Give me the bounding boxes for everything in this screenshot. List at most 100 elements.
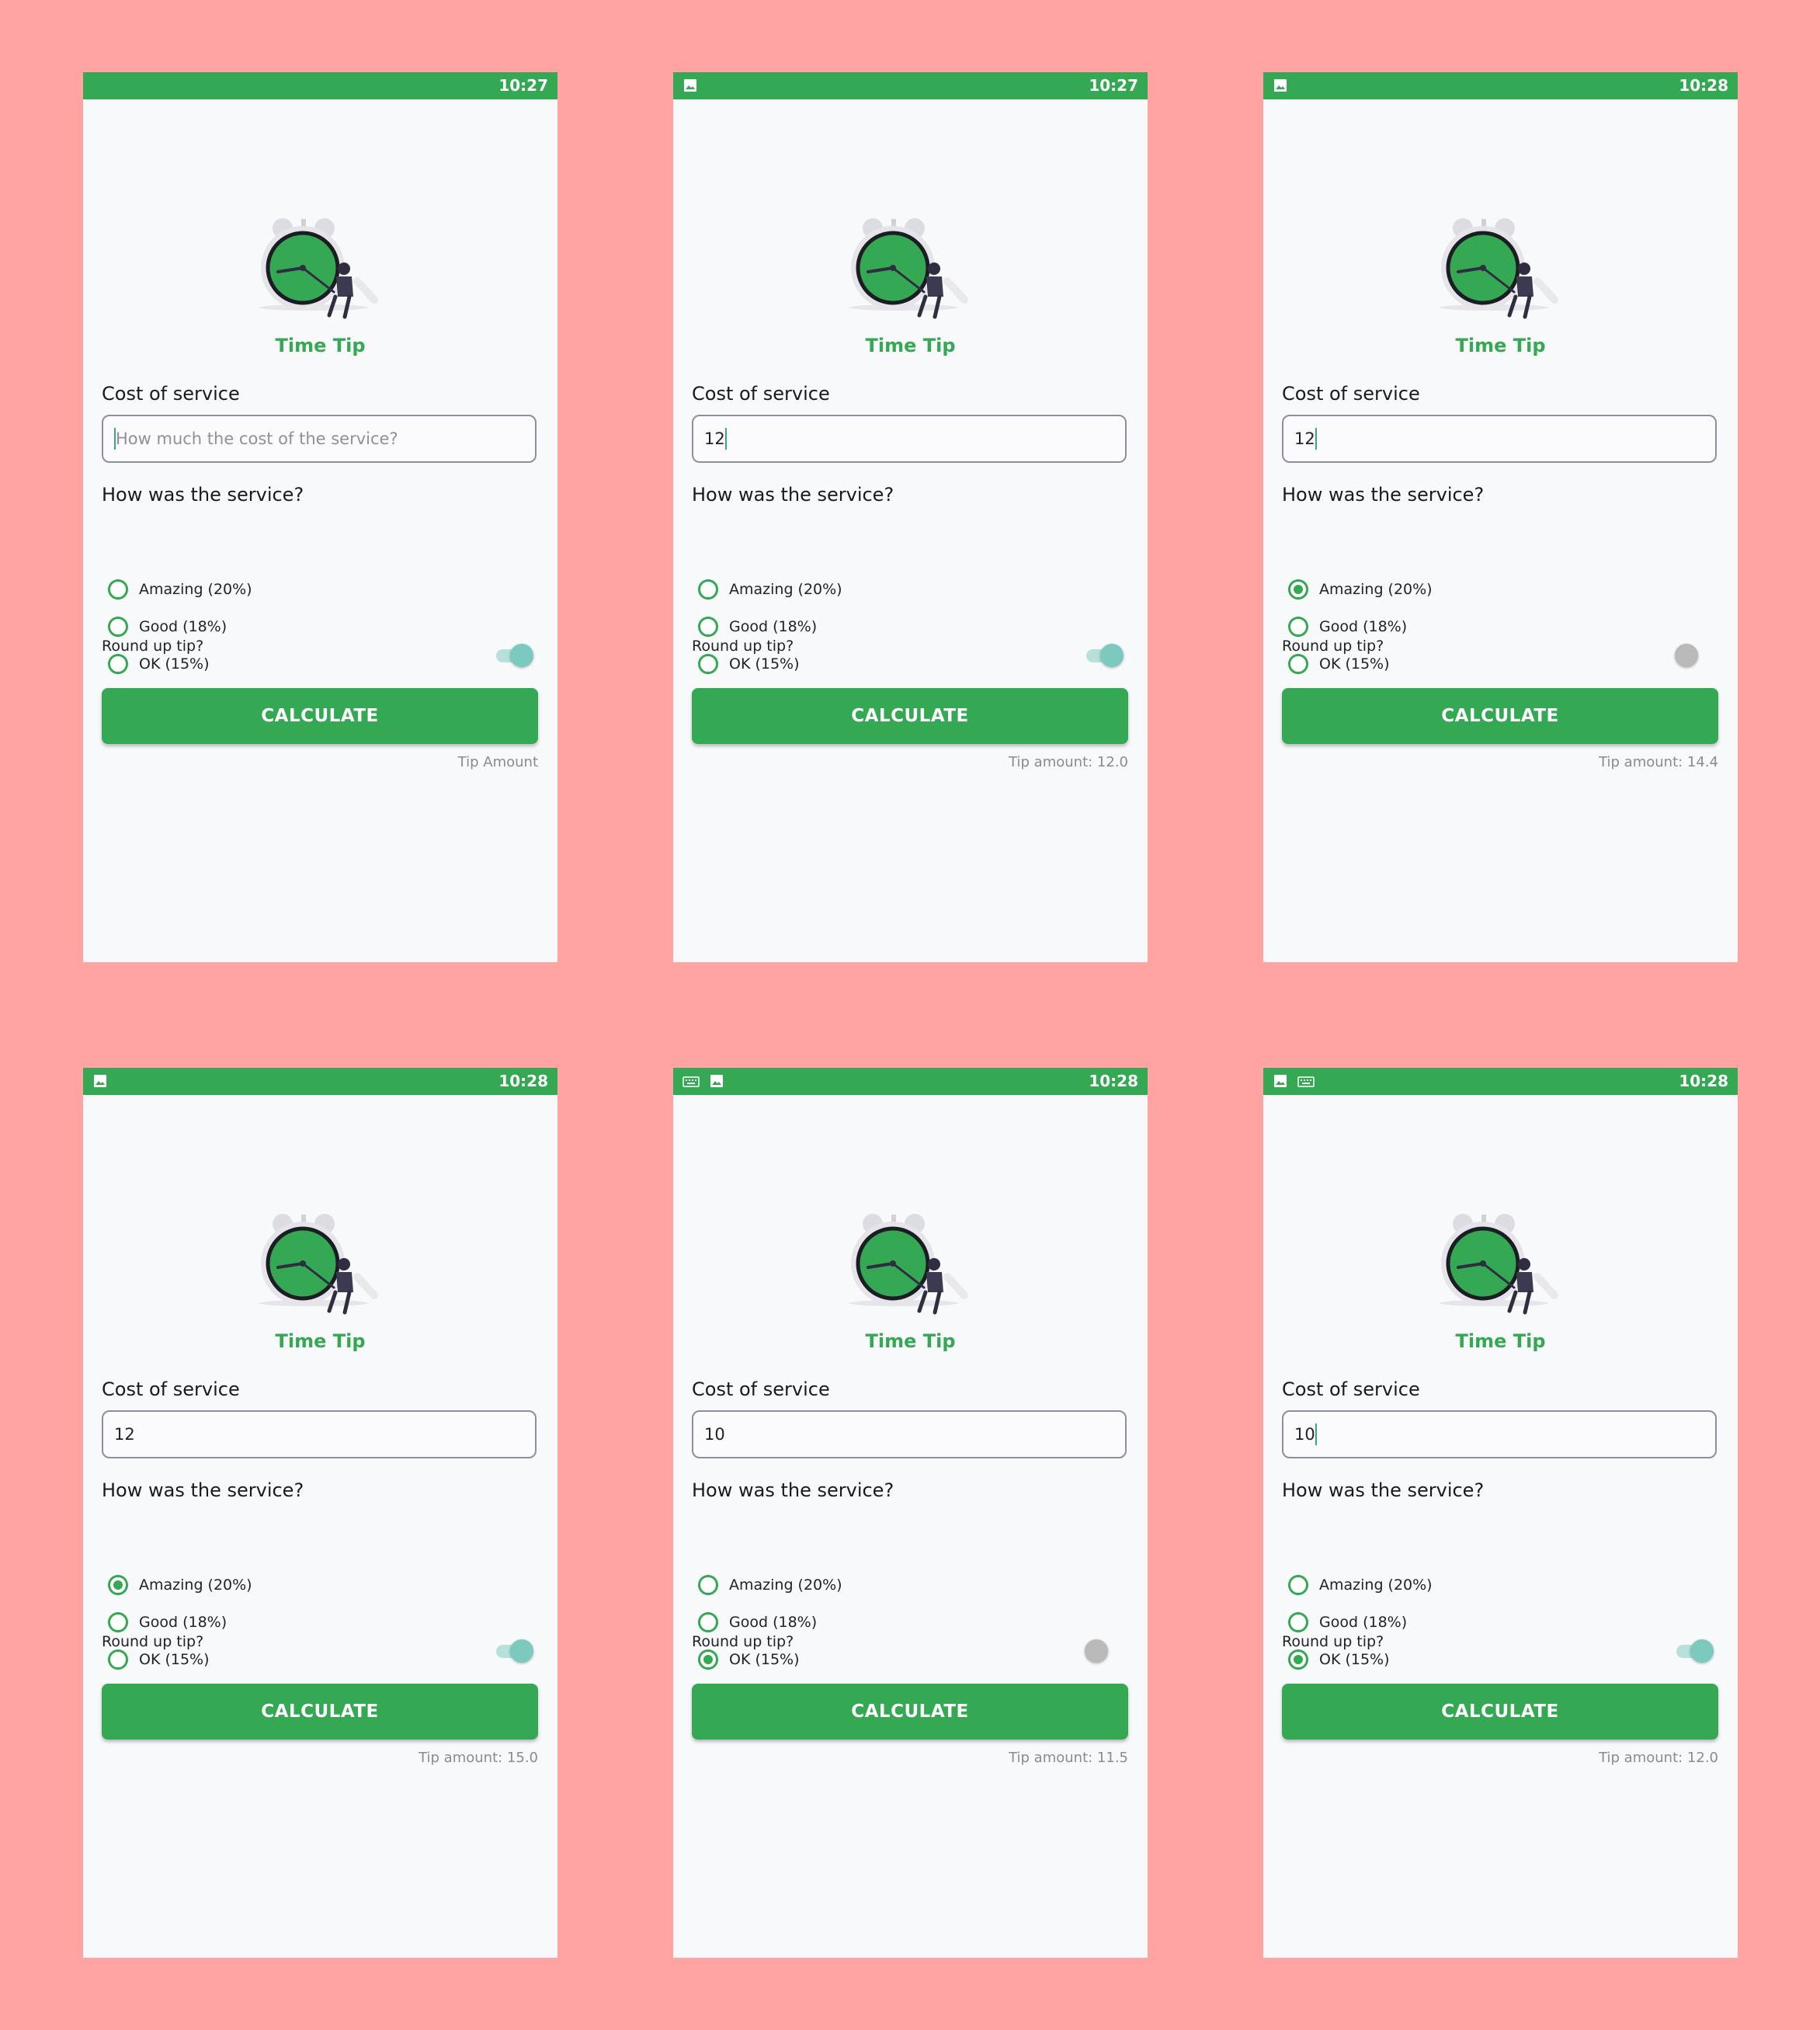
radio-button[interactable] (698, 579, 718, 600)
phone-screen-6: 10:28 Time Tip Cost of service 10 How wa… (1263, 1068, 1738, 1958)
service-question: How was the service? (692, 1479, 894, 1501)
input-placeholder: How much the cost of the service? (116, 429, 398, 448)
keyboard-icon (1297, 1076, 1315, 1090)
radio-label: OK (15%) (1319, 1651, 1390, 1668)
tip-amount: Tip amount: 15.0 (419, 1750, 538, 1766)
radio-button[interactable] (108, 1612, 128, 1632)
cost-label: Cost of service (102, 1378, 240, 1400)
calculate-button[interactable]: CALCULATE (692, 1684, 1128, 1740)
clock-illustration-icon (848, 216, 972, 325)
radio-label: Good (18%) (139, 1614, 228, 1631)
tip-amount: Tip amount: 11.5 (1009, 1750, 1128, 1766)
radio-label: Good (18%) (729, 618, 818, 635)
radio-button[interactable] (108, 654, 128, 674)
cost-input[interactable]: 10 (1282, 1410, 1717, 1458)
round-up-switch[interactable] (1675, 641, 1718, 669)
cost-input[interactable]: How much the cost of the service? (102, 415, 537, 463)
radio-option-1[interactable]: Amazing (20%) (108, 1569, 252, 1601)
radio-button[interactable] (1288, 1575, 1308, 1595)
cost-label: Cost of service (692, 1378, 830, 1400)
cost-label: Cost of service (692, 383, 830, 405)
input-value: 12 (704, 429, 725, 448)
radio-button[interactable] (698, 617, 718, 637)
calculate-button[interactable]: CALCULATE (692, 688, 1128, 744)
radio-button[interactable] (1288, 617, 1308, 637)
radio-button[interactable] (698, 1612, 718, 1632)
image-icon (1273, 78, 1288, 96)
switch-thumb[interactable] (1690, 1639, 1714, 1663)
app-title: Time Tip (865, 1330, 956, 1352)
round-up-switch[interactable] (495, 1637, 538, 1665)
tip-amount: Tip amount: 12.0 (1599, 1750, 1718, 1766)
switch-thumb[interactable] (1085, 1639, 1108, 1663)
radio-option-1[interactable]: Amazing (20%) (1288, 574, 1433, 605)
round-up-switch[interactable] (1085, 641, 1128, 669)
cost-label: Cost of service (102, 383, 240, 405)
input-value: 12 (1294, 429, 1315, 448)
calculate-button[interactable]: CALCULATE (1282, 688, 1718, 744)
status-bar: 10:27 (673, 72, 1148, 99)
service-question: How was the service? (1282, 484, 1485, 506)
clock-illustration-icon (258, 216, 382, 325)
radio-option-1[interactable]: Amazing (20%) (108, 574, 252, 605)
tip-amount: Tip Amount (457, 754, 538, 770)
radio-button[interactable] (698, 1649, 718, 1670)
round-up-switch[interactable] (1675, 1637, 1718, 1665)
status-bar: 10:28 (1263, 1068, 1738, 1095)
text-caret (1315, 1423, 1317, 1445)
switch-thumb[interactable] (510, 644, 533, 667)
round-up-switch[interactable] (1085, 1637, 1128, 1665)
radio-button[interactable] (1288, 1612, 1308, 1632)
cost-input[interactable]: 10 (692, 1410, 1127, 1458)
radio-button[interactable] (1288, 1649, 1308, 1670)
radio-option-1[interactable]: Amazing (20%) (698, 1569, 842, 1601)
switch-thumb[interactable] (510, 1639, 533, 1663)
cost-input[interactable]: 12 (102, 1410, 537, 1458)
phone-screen-1: 10:27 Time Tip Cost of service How much … (83, 72, 557, 962)
calculate-button[interactable]: CALCULATE (1282, 1684, 1718, 1740)
cost-label: Cost of service (1282, 1378, 1420, 1400)
keyboard-icon (682, 1076, 700, 1090)
round-up-label: Round up tip? (1282, 638, 1384, 655)
status-time: 10:28 (1089, 1072, 1138, 1090)
input-value: 10 (704, 1425, 725, 1444)
switch-thumb[interactable] (1675, 644, 1698, 667)
round-up-label: Round up tip? (102, 638, 204, 655)
radio-label: Good (18%) (139, 618, 228, 635)
input-value: 10 (1294, 1425, 1315, 1444)
tip-amount: Tip amount: 14.4 (1599, 754, 1718, 770)
app-title: Time Tip (1455, 1330, 1546, 1352)
round-up-switch[interactable] (495, 641, 538, 669)
app-title: Time Tip (275, 1330, 366, 1352)
radio-button[interactable] (1288, 654, 1308, 674)
radio-option-1[interactable]: Amazing (20%) (1288, 1569, 1433, 1601)
radio-button[interactable] (1288, 579, 1308, 600)
radio-button[interactable] (698, 654, 718, 674)
radio-button[interactable] (108, 1649, 128, 1670)
radio-button[interactable] (108, 579, 128, 600)
phone-screen-4: 10:28 Time Tip Cost of service 12 How wa… (83, 1068, 557, 1958)
status-time: 10:27 (498, 76, 548, 95)
status-bar: 10:28 (83, 1068, 557, 1095)
status-time: 10:28 (498, 1072, 548, 1090)
cost-input[interactable]: 12 (1282, 415, 1717, 463)
app-title: Time Tip (275, 335, 366, 356)
switch-thumb[interactable] (1100, 644, 1124, 667)
radio-label: OK (15%) (729, 1651, 800, 1668)
service-question: How was the service? (102, 484, 304, 506)
calculate-button[interactable]: CALCULATE (102, 1684, 538, 1740)
calculate-button[interactable]: CALCULATE (102, 688, 538, 744)
radio-option-1[interactable]: Amazing (20%) (698, 574, 842, 605)
service-question: How was the service? (692, 484, 894, 506)
phone-screen-5: 10:28 Time Tip Cost of service 10 How wa… (673, 1068, 1148, 1958)
radio-button[interactable] (108, 1575, 128, 1595)
radio-button[interactable] (698, 1575, 718, 1595)
round-up-label: Round up tip? (1282, 1633, 1384, 1650)
clock-illustration-icon (848, 1211, 972, 1320)
radio-button[interactable] (108, 617, 128, 637)
radio-label: Good (18%) (1319, 1614, 1408, 1631)
service-question: How was the service? (1282, 1479, 1485, 1501)
status-time: 10:28 (1679, 1072, 1728, 1090)
radio-label: OK (15%) (139, 1651, 210, 1668)
cost-input[interactable]: 12 (692, 415, 1127, 463)
